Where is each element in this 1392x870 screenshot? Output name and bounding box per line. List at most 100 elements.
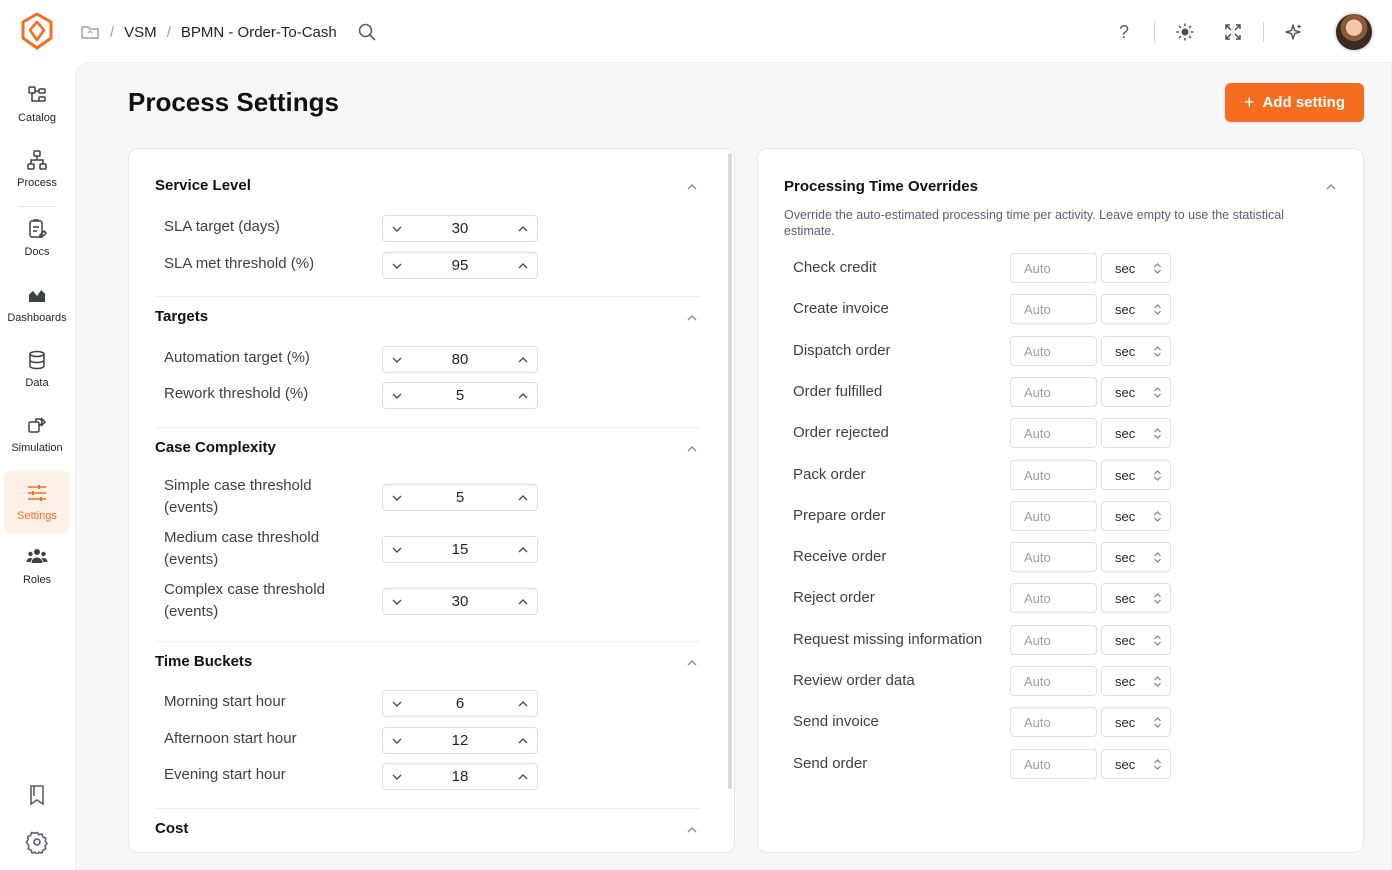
sla-met-stepper[interactable]: 95	[382, 252, 538, 279]
sla-target-stepper[interactable]: 30	[382, 215, 538, 242]
stepper-value[interactable]: 80	[411, 351, 509, 368]
processing-time-input[interactable]: Auto	[1010, 583, 1097, 613]
simple-case-stepper[interactable]: 5	[382, 484, 538, 511]
breadcrumb-item-vsm[interactable]: VSM	[124, 24, 157, 41]
chevron-down-icon[interactable]	[383, 347, 411, 372]
avatar[interactable]	[1334, 12, 1374, 52]
input-placeholder: Auto	[1024, 467, 1051, 483]
stepper-value[interactable]: 15	[411, 541, 509, 558]
processing-time-input[interactable]: Auto	[1010, 253, 1097, 283]
time-unit-select[interactable]: sec	[1101, 501, 1171, 531]
chevron-up-icon[interactable]	[686, 443, 698, 455]
search-icon[interactable]	[357, 22, 377, 42]
chevron-up-icon[interactable]	[686, 181, 698, 193]
processing-time-input[interactable]: Auto	[1010, 625, 1097, 655]
sidebar-item-simulation[interactable]: Simulation	[4, 403, 70, 465]
time-unit-select[interactable]: sec	[1101, 460, 1171, 490]
chevron-up-icon[interactable]	[509, 347, 537, 372]
help-icon[interactable]: ?	[1112, 20, 1136, 44]
chevron-down-icon[interactable]	[383, 383, 411, 408]
chevron-up-icon[interactable]	[686, 657, 698, 669]
processing-time-input[interactable]: Auto	[1010, 418, 1097, 448]
processing-time-input[interactable]: Auto	[1010, 501, 1097, 531]
time-unit-select[interactable]: sec	[1101, 583, 1171, 613]
medium-case-stepper[interactable]: 15	[382, 536, 538, 563]
sidebar-item-process[interactable]: Process	[4, 138, 70, 200]
sparkle-icon[interactable]	[1282, 20, 1306, 44]
time-unit-select[interactable]: sec	[1101, 707, 1171, 737]
chevron-down-icon[interactable]	[383, 253, 411, 278]
chevron-up-icon[interactable]	[509, 253, 537, 278]
processing-time-input[interactable]: Auto	[1010, 460, 1097, 490]
morning-start-stepper[interactable]: 6	[382, 690, 538, 717]
time-unit-select[interactable]: sec	[1101, 336, 1171, 366]
chevron-up-icon[interactable]	[686, 312, 698, 324]
time-unit-select[interactable]: sec	[1101, 625, 1171, 655]
chevron-down-icon[interactable]	[383, 216, 411, 241]
chevron-down-icon[interactable]	[383, 537, 411, 562]
chevron-up-icon[interactable]	[509, 691, 537, 716]
bookmark-icon[interactable]	[25, 783, 49, 807]
activity-label: Order fulfilled	[793, 383, 883, 400]
rework-threshold-stepper[interactable]: 5	[382, 382, 538, 409]
sidebar-item-catalog[interactable]: Catalog	[4, 73, 70, 135]
time-unit-select[interactable]: sec	[1101, 294, 1171, 324]
app-logo-icon[interactable]	[19, 12, 55, 50]
processing-time-input[interactable]: Auto	[1010, 749, 1097, 779]
chevron-up-icon[interactable]	[509, 589, 537, 614]
chevron-down-icon[interactable]	[383, 691, 411, 716]
time-unit-select[interactable]: sec	[1101, 749, 1171, 779]
chevron-up-icon[interactable]	[509, 728, 537, 753]
chevron-down-icon[interactable]	[383, 485, 411, 510]
complex-case-stepper[interactable]: 30	[382, 588, 538, 615]
chevron-up-icon[interactable]	[509, 485, 537, 510]
time-unit-select[interactable]: sec	[1101, 418, 1171, 448]
stepper-value[interactable]: 5	[411, 387, 509, 404]
sidebar-item-dashboards[interactable]: Dashboards	[4, 273, 70, 335]
chevron-up-icon[interactable]	[509, 383, 537, 408]
sidebar-item-settings[interactable]: Settings	[4, 471, 70, 533]
section-title-cost: Cost	[155, 820, 189, 837]
stepper-value[interactable]: 5	[411, 489, 509, 506]
gear-icon[interactable]	[25, 830, 49, 856]
time-unit-select[interactable]: sec	[1101, 253, 1171, 283]
processing-time-input[interactable]: Auto	[1010, 542, 1097, 572]
theme-toggle-icon[interactable]	[1173, 20, 1197, 44]
processing-time-input[interactable]: Auto	[1010, 294, 1097, 324]
processing-time-input[interactable]: Auto	[1010, 666, 1097, 696]
stepper-value[interactable]: 95	[411, 257, 509, 274]
chevron-down-icon[interactable]	[383, 589, 411, 614]
sidebar-item-roles[interactable]: Roles	[4, 535, 70, 597]
sidebar-item-data[interactable]: Data	[4, 338, 70, 400]
time-unit-select[interactable]: sec	[1101, 666, 1171, 696]
chevron-up-icon[interactable]	[686, 824, 698, 836]
time-unit-select[interactable]: sec	[1101, 542, 1171, 572]
chevron-down-icon[interactable]	[383, 728, 411, 753]
stepper-value[interactable]: 30	[411, 593, 509, 610]
chevron-down-icon[interactable]	[383, 764, 411, 789]
stepper-value[interactable]: 6	[411, 695, 509, 712]
section-title-case-complexity: Case Complexity	[155, 439, 276, 456]
processing-time-input[interactable]: Auto	[1010, 707, 1097, 737]
folder-icon[interactable]	[80, 22, 100, 42]
chevron-up-icon[interactable]	[509, 764, 537, 789]
processing-time-input[interactable]: Auto	[1010, 336, 1097, 366]
stepper-value[interactable]: 30	[411, 220, 509, 237]
chevron-up-icon[interactable]	[509, 216, 537, 241]
breadcrumb-item-process[interactable]: BPMN - Order-To-Cash	[181, 24, 337, 41]
fullscreen-icon[interactable]	[1221, 20, 1245, 44]
chevron-up-icon[interactable]	[1325, 181, 1337, 193]
evening-start-stepper[interactable]: 18	[382, 763, 538, 790]
sidebar-item-docs[interactable]: Docs	[4, 207, 70, 269]
scrollbar[interactable]	[728, 153, 732, 789]
chevron-up-icon[interactable]	[509, 537, 537, 562]
add-setting-button[interactable]: + Add setting	[1225, 83, 1364, 122]
stepper-value[interactable]: 18	[411, 768, 509, 785]
sidebar-item-label: Data	[25, 377, 49, 389]
automation-target-stepper[interactable]: 80	[382, 346, 538, 373]
field-label: Rework threshold (%)	[164, 385, 309, 402]
time-unit-select[interactable]: sec	[1101, 377, 1171, 407]
stepper-value[interactable]: 12	[411, 732, 509, 749]
afternoon-start-stepper[interactable]: 12	[382, 727, 538, 754]
processing-time-input[interactable]: Auto	[1010, 377, 1097, 407]
